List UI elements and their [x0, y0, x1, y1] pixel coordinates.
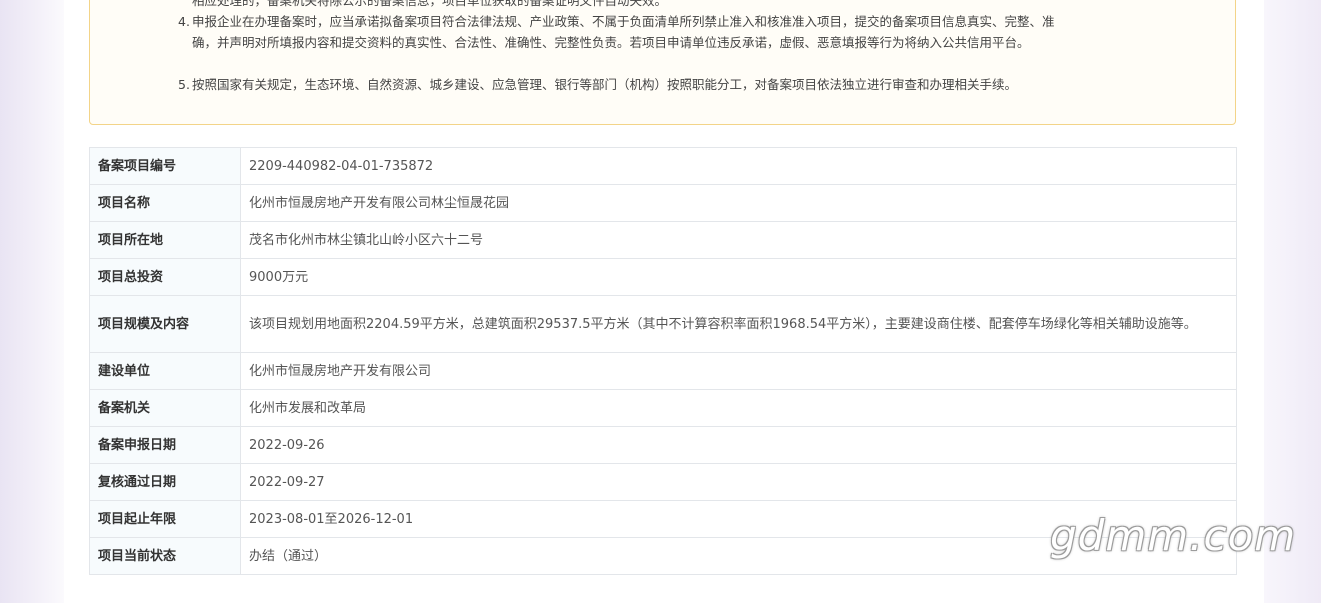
- row-label: 项目规模及内容: [89, 295, 241, 353]
- row-value: 2209-440982-04-01-735872: [240, 147, 1237, 185]
- row-value: 化州市恒晟房地产开发有限公司: [240, 352, 1237, 390]
- notice-item-5-text: 按照国家有关规定，生态环境、自然资源、城乡建设、应急管理、银行等部门（机构）按照…: [192, 77, 1018, 92]
- table-row: 复核通过日期 2022-09-27: [89, 463, 1237, 501]
- row-value: 茂名市化州市林尘镇北山岭小区六十二号: [240, 221, 1237, 259]
- table-row: 备案申报日期 2022-09-26: [89, 426, 1237, 464]
- notice-item-4-number: 4.: [178, 14, 190, 29]
- row-value: 化州市恒晟房地产开发有限公司林尘恒晟花园: [240, 184, 1237, 222]
- site-watermark: gdmm.com: [1050, 511, 1297, 560]
- row-value: 2022-09-26: [240, 426, 1237, 464]
- notice-box: 相应处理的，备案机关将除公示的备案信息，项目单位获取的备案证明文件自动失效。 4…: [89, 0, 1236, 125]
- row-label: 备案机关: [89, 389, 241, 427]
- table-row: 建设单位 化州市恒晟房地产开发有限公司: [89, 352, 1237, 390]
- row-label: 建设单位: [89, 352, 241, 390]
- row-label: 项目当前状态: [89, 537, 241, 575]
- row-value: 化州市发展和改革局: [240, 389, 1237, 427]
- table-row: 备案机关 化州市发展和改革局: [89, 389, 1237, 427]
- notice-item-5-number: 5.: [178, 77, 190, 92]
- row-label: 项目起止年限: [89, 500, 241, 538]
- row-label: 复核通过日期: [89, 463, 241, 501]
- table-row: 项目名称 化州市恒晟房地产开发有限公司林尘恒晟花园: [89, 184, 1237, 222]
- row-value: 9000万元: [240, 258, 1237, 296]
- row-value: 2022-09-27: [240, 463, 1237, 501]
- row-label: 备案申报日期: [89, 426, 241, 464]
- notice-item-3-text: 相应处理的，备案机关将除公示的备案信息，项目单位获取的备案证明文件自动失效。: [192, 0, 668, 8]
- notice-item-5: 5. 按照国家有关规定，生态环境、自然资源、城乡建设、应急管理、银行等部门（机构…: [178, 74, 1058, 95]
- notice-item-4: 4. 申报企业在办理备案时，应当承诺拟备案项目符合法律法规、产业政策、不属于负面…: [178, 11, 1058, 53]
- notice-item-3-tail: 相应处理的，备案机关将除公示的备案信息，项目单位获取的备案证明文件自动失效。: [178, 0, 1058, 11]
- table-row: 项目规模及内容 该项目规划用地面积2204.59平方米，总建筑面积29537.5…: [89, 295, 1237, 353]
- row-label: 备案项目编号: [89, 147, 241, 185]
- table-row: 项目所在地 茂名市化州市林尘镇北山岭小区六十二号: [89, 221, 1237, 259]
- notice-item-4-text: 申报企业在办理备案时，应当承诺拟备案项目符合法律法规、产业政策、不属于负面清单所…: [192, 14, 1055, 50]
- table-row: 备案项目编号 2209-440982-04-01-735872: [89, 147, 1237, 185]
- row-label: 项目总投资: [89, 258, 241, 296]
- table-row: 项目总投资 9000万元: [89, 258, 1237, 296]
- row-label: 项目名称: [89, 184, 241, 222]
- row-value: 该项目规划用地面积2204.59平方米，总建筑面积29537.5平方米（其中不计…: [240, 295, 1237, 353]
- row-label: 项目所在地: [89, 221, 241, 259]
